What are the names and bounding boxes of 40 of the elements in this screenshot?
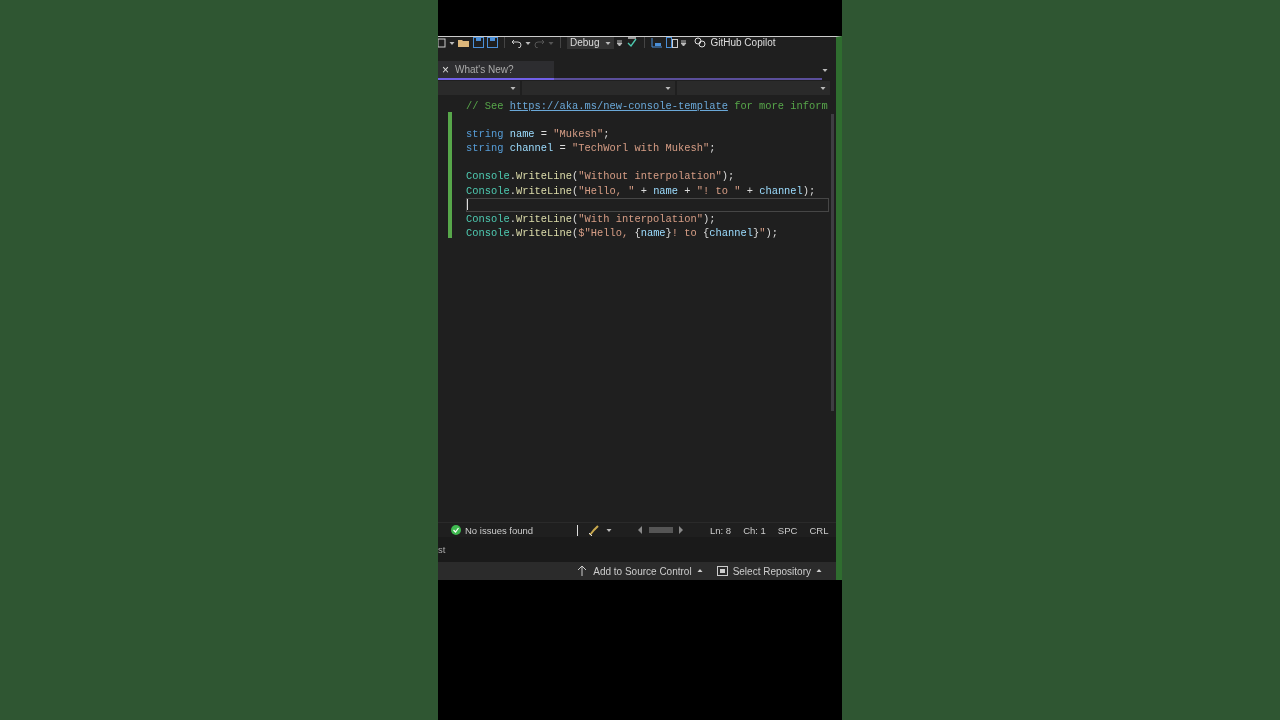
status-item[interactable]: CRL — [809, 524, 829, 536]
save-all-icon[interactable] — [487, 37, 498, 48]
repository-icon[interactable] — [716, 565, 728, 577]
build-icon[interactable] — [651, 37, 664, 48]
text-cursor — [467, 199, 468, 211]
scroll-thumb[interactable] — [649, 527, 673, 533]
code-line: Console.WriteLine($"Hello, {name}! to {channel}"); — [466, 225, 779, 240]
scroll-thumb[interactable] — [831, 114, 834, 411]
arrow-up-icon[interactable] — [577, 565, 589, 577]
copilot-button[interactable]: GitHub Copilot — [690, 37, 780, 48]
document-tab[interactable]: × What's New? — [438, 61, 554, 80]
status-item[interactable]: SPC — [777, 524, 798, 536]
overflow-icon[interactable] — [681, 37, 688, 48]
code-line: string channel = "TechWorl with Mukesh"; — [466, 141, 717, 156]
status-button[interactable]: Add to Source Control — [577, 565, 703, 577]
issues-indicator[interactable]: No issues found — [451, 524, 571, 536]
overflow-icon[interactable] — [617, 37, 624, 48]
close-button[interactable]: × — [442, 62, 449, 77]
status-item[interactable]: Ln: 8 — [710, 524, 732, 536]
copilot-icon[interactable] — [694, 37, 707, 48]
spell-check-icon[interactable] — [626, 37, 639, 48]
code-line: Console.WriteLine("Without interpolation"); — [466, 169, 736, 184]
check-icon[interactable] — [451, 525, 461, 535]
scroll-left-icon[interactable] — [638, 526, 643, 534]
status-item[interactable]: Ch: 1 — [743, 524, 766, 536]
status-button[interactable]: Select Repository — [716, 565, 822, 577]
code-line: Console.WriteLine("With interpolation"); — [466, 211, 717, 226]
folder-icon[interactable] — [458, 37, 470, 48]
output-text: st — [438, 544, 446, 555]
cleanup-brush-icon[interactable] — [588, 524, 600, 536]
layout-icon[interactable] — [666, 37, 679, 48]
undo-icon[interactable] — [511, 37, 522, 48]
new-item-icon[interactable] — [438, 37, 446, 48]
configuration-dropdown[interactable]: Debug — [567, 37, 615, 49]
code-line: string name = "Mukesh"; — [466, 127, 611, 142]
save-icon[interactable] — [473, 37, 484, 48]
code-line: // See https://aka.ms/new-console-template for more inform — [466, 99, 829, 114]
scroll-right-icon[interactable] — [679, 526, 684, 534]
tab-label[interactable]: What's New? — [455, 64, 514, 75]
code-line: Console.WriteLine("Hello, " + name + "! to " + channel); — [466, 183, 817, 198]
